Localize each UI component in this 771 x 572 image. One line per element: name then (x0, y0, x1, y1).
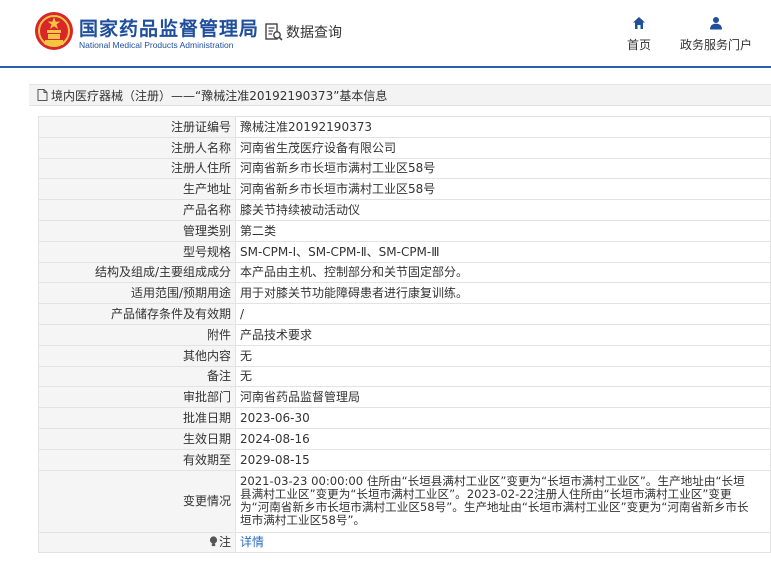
table-row: 注册证编号 豫械注准20192190373 (38, 116, 771, 138)
table-row: 其他内容无 (38, 344, 771, 367)
table-row: 适用范围/预期用途 用于对膝关节功能障碍患者进行康复训练。 (38, 282, 771, 305)
note-value-cell: 详情 (235, 531, 771, 554)
details-link[interactable]: 详情 (240, 535, 264, 549)
breadcrumb: 境内医疗器械（注册）——“豫械注准20192190373”基本信息 (29, 84, 771, 106)
table-row: 产品储存条件及有效期 / (38, 303, 771, 325)
row-label: 有效期至 (38, 448, 236, 471)
row-label: 生效日期 (38, 427, 236, 450)
table-row: 变更情况 2021-03-23 00:00:00 住所由“长垣县满村工业区”变更为… (38, 469, 771, 533)
row-value: / (235, 303, 771, 325)
row-value: 无 (235, 344, 771, 367)
row-value: 豫械注准20192190373 (235, 116, 771, 138)
registration-info-table: 注册证编号 豫械注准20192190373 注册人名称 河南省生茂医疗设备有限公司 … (38, 116, 771, 554)
table-row: 结构及组成/主要组成成分 本产品由主机、控制部分和关节固定部分。 (38, 261, 771, 284)
table-row-note: 注 详情 (38, 531, 771, 554)
row-value: 2029-08-15 (235, 448, 771, 471)
row-value: 河南省药品监督管理局 (235, 386, 771, 409)
nav-home[interactable]: 首页 (627, 16, 651, 53)
row-label: 注册证编号 (38, 116, 236, 138)
table-row: 批准日期 2023-06-30 (38, 407, 771, 429)
breadcrumb-text: 境内医疗器械（注册）——“豫械注准20192190373”基本信息 (51, 88, 388, 103)
table-row: 有效期至 2029-08-15 (38, 448, 771, 471)
row-value: 2023-06-30 (235, 407, 771, 429)
row-label: 备注 (38, 365, 236, 388)
row-value: 2021-03-23 00:00:00 住所由“长垣县满村工业区”变更为“长垣市… (235, 469, 771, 533)
row-value: 2024-08-16 (235, 427, 771, 450)
national-emblem-icon (35, 12, 73, 50)
row-label: 附件 (38, 323, 236, 346)
nav-portal-label: 政务服务门户 (680, 38, 753, 52)
nav-service-portal[interactable]: 政务服务门户 (680, 16, 752, 53)
row-label: 产品名称 (38, 199, 236, 221)
document-icon (37, 89, 48, 101)
table-row: 注册人名称 河南省生茂医疗设备有限公司 (38, 136, 771, 159)
row-value: 用于对膝关节功能障碍患者进行康复训练。 (235, 282, 771, 305)
row-value: 第二类 (235, 219, 771, 242)
row-label: 注册人住所 (38, 157, 236, 180)
site-header: 国家药品监督管理局 National Medical Products Admi… (0, 0, 771, 68)
org-name-en: National Medical Products Administration (79, 40, 234, 50)
data-query-label: 数据查询 (286, 25, 342, 41)
row-value: 本产品由主机、控制部分和关节固定部分。 (235, 261, 771, 284)
table-row: 生产地址 河南省新乡市长垣市满村工业区58号 (38, 178, 771, 201)
row-label: 变更情况 (38, 469, 236, 533)
row-label: 审批部门 (38, 386, 236, 409)
table-row: 备注无 (38, 365, 771, 388)
user-icon (710, 17, 722, 30)
table-row: 产品名称 膝关节持续被动活动仪 (38, 199, 771, 221)
table-row: 审批部门 河南省药品监督管理局 (38, 386, 771, 409)
row-value: 河南省新乡市长垣市满村工业区58号 (235, 178, 771, 201)
row-value: 无 (235, 365, 771, 388)
row-label: 批准日期 (38, 407, 236, 429)
org-name-cn: 国家药品监督管理局 (79, 18, 260, 40)
row-value: 河南省新乡市长垣市满村工业区58号 (235, 157, 771, 180)
data-query-link[interactable]: 数据查询 (264, 21, 342, 43)
row-value: 河南省生茂医疗设备有限公司 (235, 136, 771, 159)
row-label: 注册人名称 (38, 136, 236, 159)
note-label: 注 (218, 535, 231, 550)
row-value: 产品技术要求 (235, 323, 771, 346)
nav-home-label: 首页 (627, 38, 652, 52)
row-label: 生产地址 (38, 178, 236, 201)
row-label: 结构及组成/主要组成成分 (38, 261, 236, 284)
document-search-icon (265, 23, 283, 41)
lightbulb-icon (209, 536, 218, 547)
row-label: 管理类别 (38, 219, 236, 242)
row-value: 膝关节持续被动活动仪 (235, 199, 771, 221)
row-label: 型号规格 (38, 240, 236, 263)
note-label-cell: 注 (38, 531, 236, 554)
table-row: 生效日期 2024-08-16 (38, 427, 771, 450)
row-label: 其他内容 (38, 344, 236, 367)
home-icon (633, 17, 645, 29)
row-label: 适用范围/预期用途 (38, 282, 236, 305)
table-row: 型号规格 SM-CPM-Ⅰ、SM-CPM-Ⅱ、SM-CPM-Ⅲ (38, 240, 771, 263)
table-row: 管理类别 第二类 (38, 219, 771, 242)
table-row: 注册人住所 河南省新乡市长垣市满村工业区58号 (38, 157, 771, 180)
row-label: 产品储存条件及有效期 (38, 303, 236, 325)
table-row: 附件 产品技术要求 (38, 323, 771, 346)
row-value: SM-CPM-Ⅰ、SM-CPM-Ⅱ、SM-CPM-Ⅲ (235, 240, 771, 263)
